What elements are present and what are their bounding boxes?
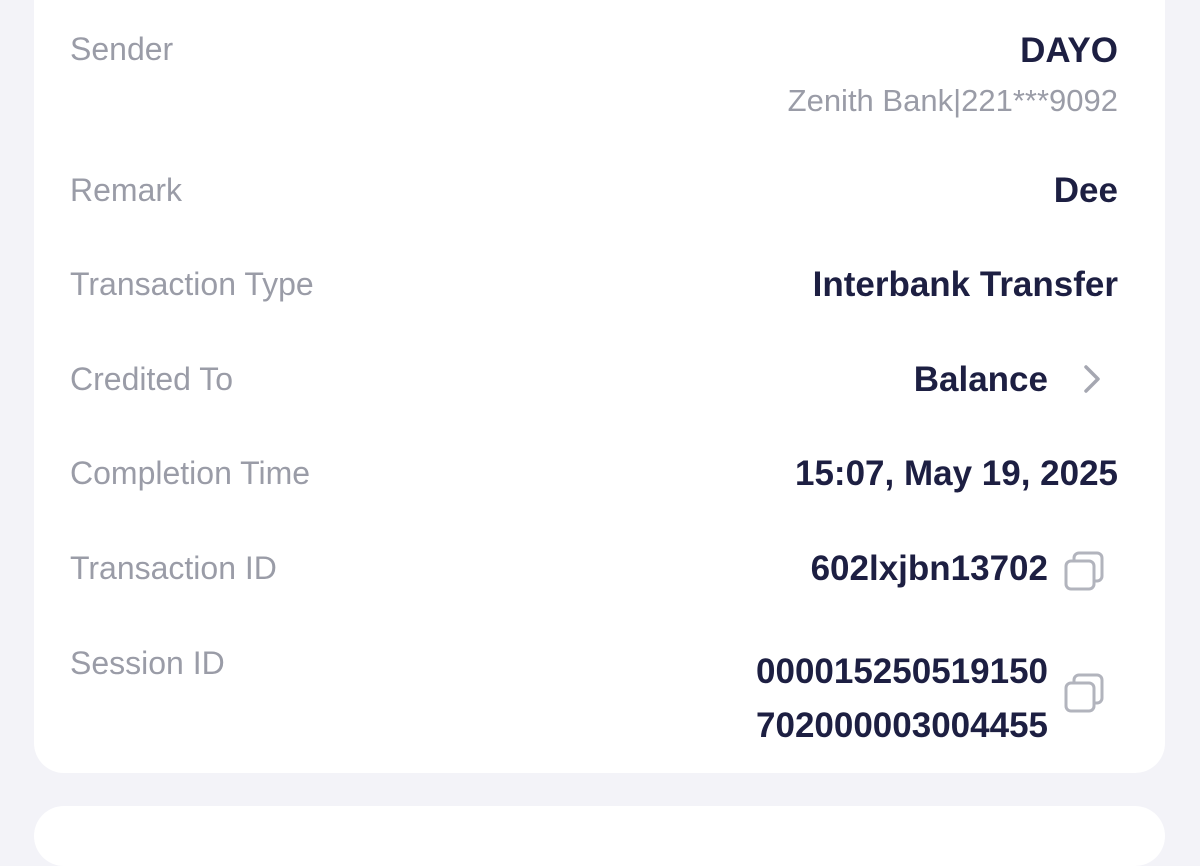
copy-icon[interactable] [1060,667,1108,715]
credited-to-value[interactable]: Balance [914,362,1048,397]
transaction-type-label: Transaction Type [70,266,314,302]
transaction-type-value: Interbank Transfer [812,265,1118,304]
session-id-label: Session ID [70,645,225,681]
remark-label: Remark [70,172,183,208]
sender-name: DAYO [1020,31,1118,70]
credited-to-label: Credited To [70,361,234,397]
next-card [34,806,1165,866]
copy-icon[interactable] [1060,545,1108,593]
chevron-right-icon[interactable] [1068,355,1116,403]
session-id-value: 000015250519150 702000003004455 [756,645,1048,753]
completion-time-value: 15:07, May 19, 2025 [794,454,1118,493]
transaction-id-label: Transaction ID [70,550,277,586]
transaction-id-value: 602lxjbn13702 [810,549,1048,588]
sender-bank-account: Zenith Bank|221***9092 [787,83,1118,118]
remark-value: Dee [1053,171,1118,210]
sender-label: Sender [70,31,174,67]
session-id-line-2: 702000003004455 [756,706,1048,745]
session-id-line-1: 000015250519150 [756,652,1048,691]
completion-time-label: Completion Time [70,455,311,491]
